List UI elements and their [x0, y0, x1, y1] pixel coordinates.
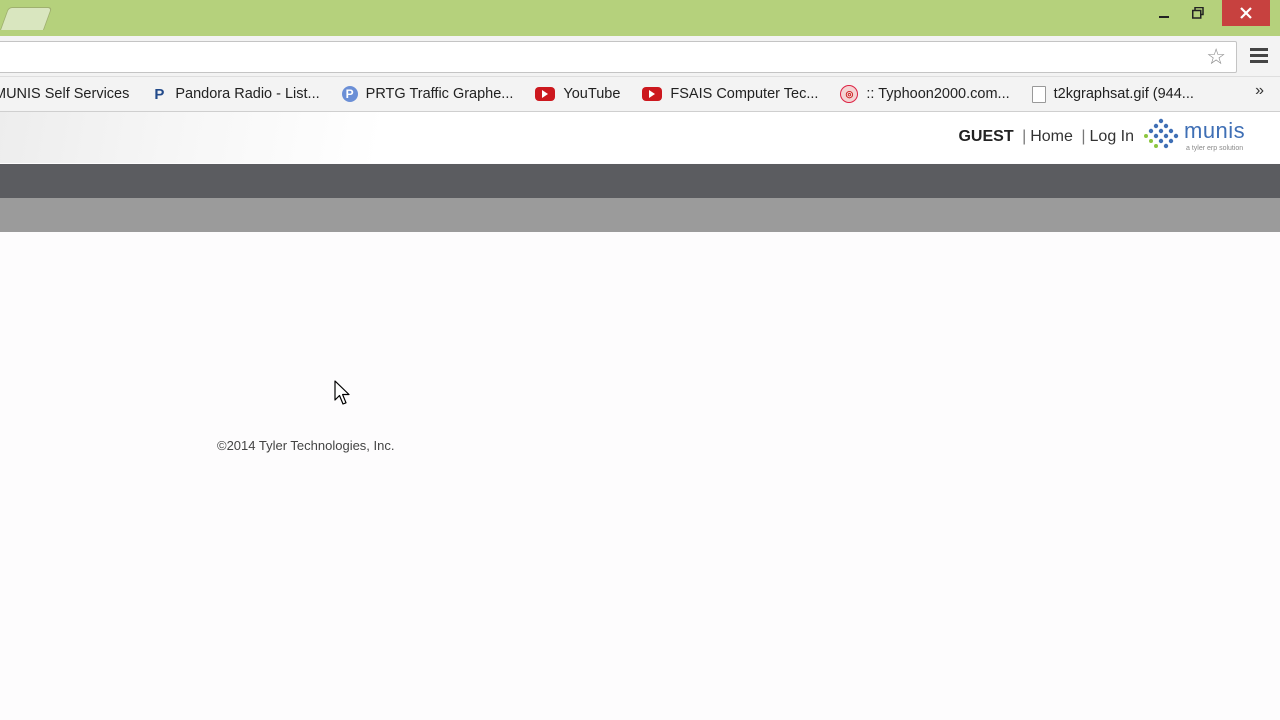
copyright-footer: ©2014 Tyler Technologies, Inc.: [217, 438, 395, 453]
typhoon-icon: ◎: [840, 85, 859, 103]
bookmark-label: MUNIS Self Services: [0, 86, 130, 102]
home-link[interactable]: Home: [1030, 128, 1073, 145]
bookmark-label: PRTG Traffic Graphe...: [365, 86, 514, 102]
document-icon: [1031, 85, 1046, 103]
close-icon[interactable]: [1222, 0, 1270, 26]
login-link[interactable]: Log In: [1090, 128, 1134, 145]
star-icon[interactable]: ☆: [1206, 45, 1226, 69]
munis-logo-mark-icon: [1144, 118, 1179, 149]
logo-tagline: a tyler erp solution: [1186, 145, 1244, 152]
mouse-pointer-icon: [334, 380, 352, 411]
minimize-icon[interactable]: [1150, 0, 1178, 26]
bookmark-label: Pandora Radio - List...: [175, 86, 320, 102]
prtg-icon: P: [341, 86, 358, 102]
pandora-icon: P: [154, 85, 165, 103]
window-titlebar: [0, 0, 1280, 36]
site-header: GUEST | Home | Log In: [0, 112, 1280, 163]
separator: |: [1022, 128, 1027, 145]
bookmark-fsais[interactable]: FSAIS Computer Tec...: [636, 81, 826, 107]
bookmark-prtg[interactable]: P PRTG Traffic Graphe...: [336, 81, 522, 107]
browser-toolbar: ☆: [0, 36, 1280, 77]
bookmark-label: t2kgraphsat.gif (944...: [1053, 86, 1194, 102]
bookmark-typhoon2000[interactable]: ◎ :: Typhoon2000.com...: [834, 81, 1017, 107]
bookmark-munis-self-services[interactable]: MUNIS Self Services: [0, 81, 137, 107]
bookmark-pandora[interactable]: P Pandora Radio - List...: [145, 81, 327, 107]
logo-wordmark: munis: [1184, 118, 1246, 143]
user-links: GUEST | Home | Log In: [958, 128, 1134, 146]
bookmark-label: YouTube: [563, 86, 621, 102]
munis-logo[interactable]: munis a tyler erp solution: [1144, 116, 1256, 158]
separator: |: [1081, 128, 1086, 145]
secondary-nav-bar: [0, 198, 1280, 232]
bookmark-label: :: Typhoon2000.com...: [866, 86, 1010, 102]
bookmarks-bar: MUNIS Self Services P Pandora Radio - Li…: [0, 77, 1280, 112]
youtube-icon: [535, 87, 556, 101]
browser-tab[interactable]: [0, 7, 53, 30]
primary-nav-bar: [0, 164, 1280, 198]
hamburger-menu-icon[interactable]: [1250, 48, 1268, 64]
bookmark-t2kgraphsat[interactable]: t2kgraphsat.gif (944...: [1026, 81, 1202, 107]
restore-icon[interactable]: [1184, 0, 1212, 26]
youtube-icon: [642, 87, 663, 101]
bookmark-label: FSAIS Computer Tec...: [670, 86, 819, 102]
address-bar[interactable]: ☆: [0, 41, 1237, 73]
current-user: GUEST: [958, 128, 1014, 145]
bookmark-youtube[interactable]: YouTube: [529, 81, 628, 107]
bookmarks-overflow-chevron-icon[interactable]: »: [1255, 82, 1264, 100]
